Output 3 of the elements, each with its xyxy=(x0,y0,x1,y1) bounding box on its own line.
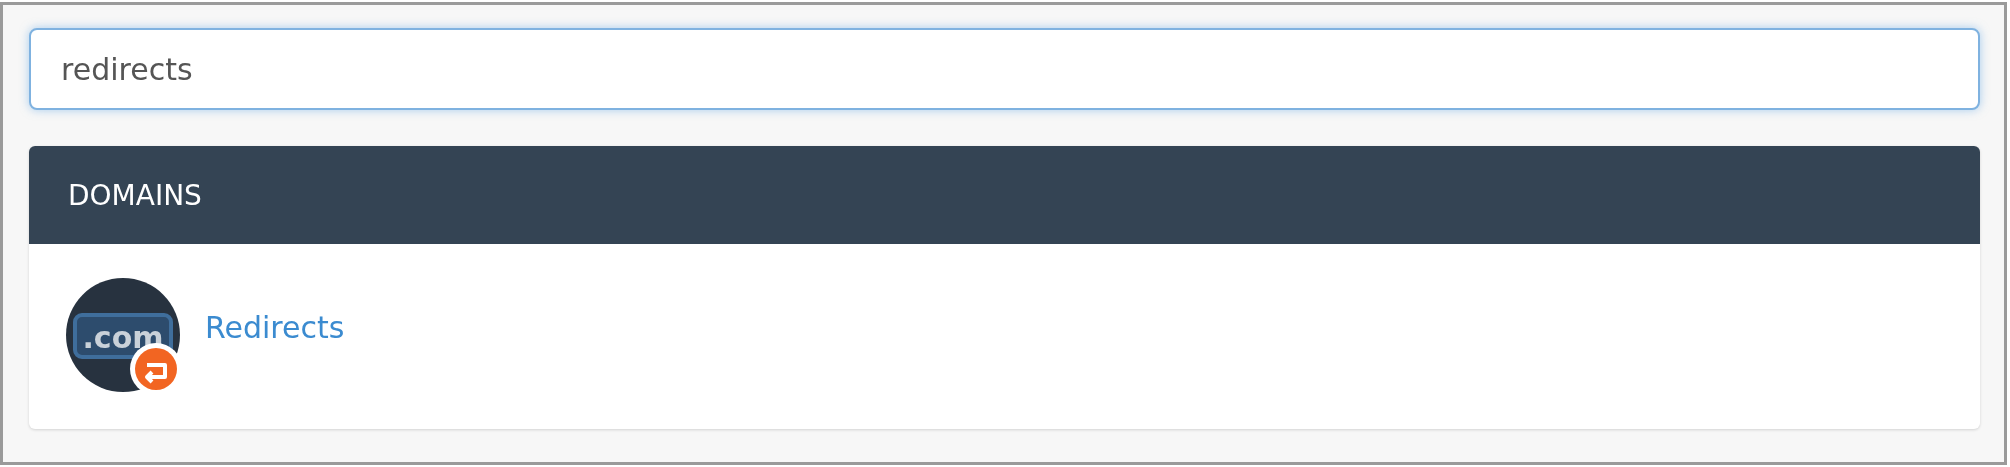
search-field[interactable]: redirects xyxy=(29,28,1980,110)
result-link[interactable]: Redirects xyxy=(205,310,345,345)
section-title: DOMAINS xyxy=(68,178,202,212)
